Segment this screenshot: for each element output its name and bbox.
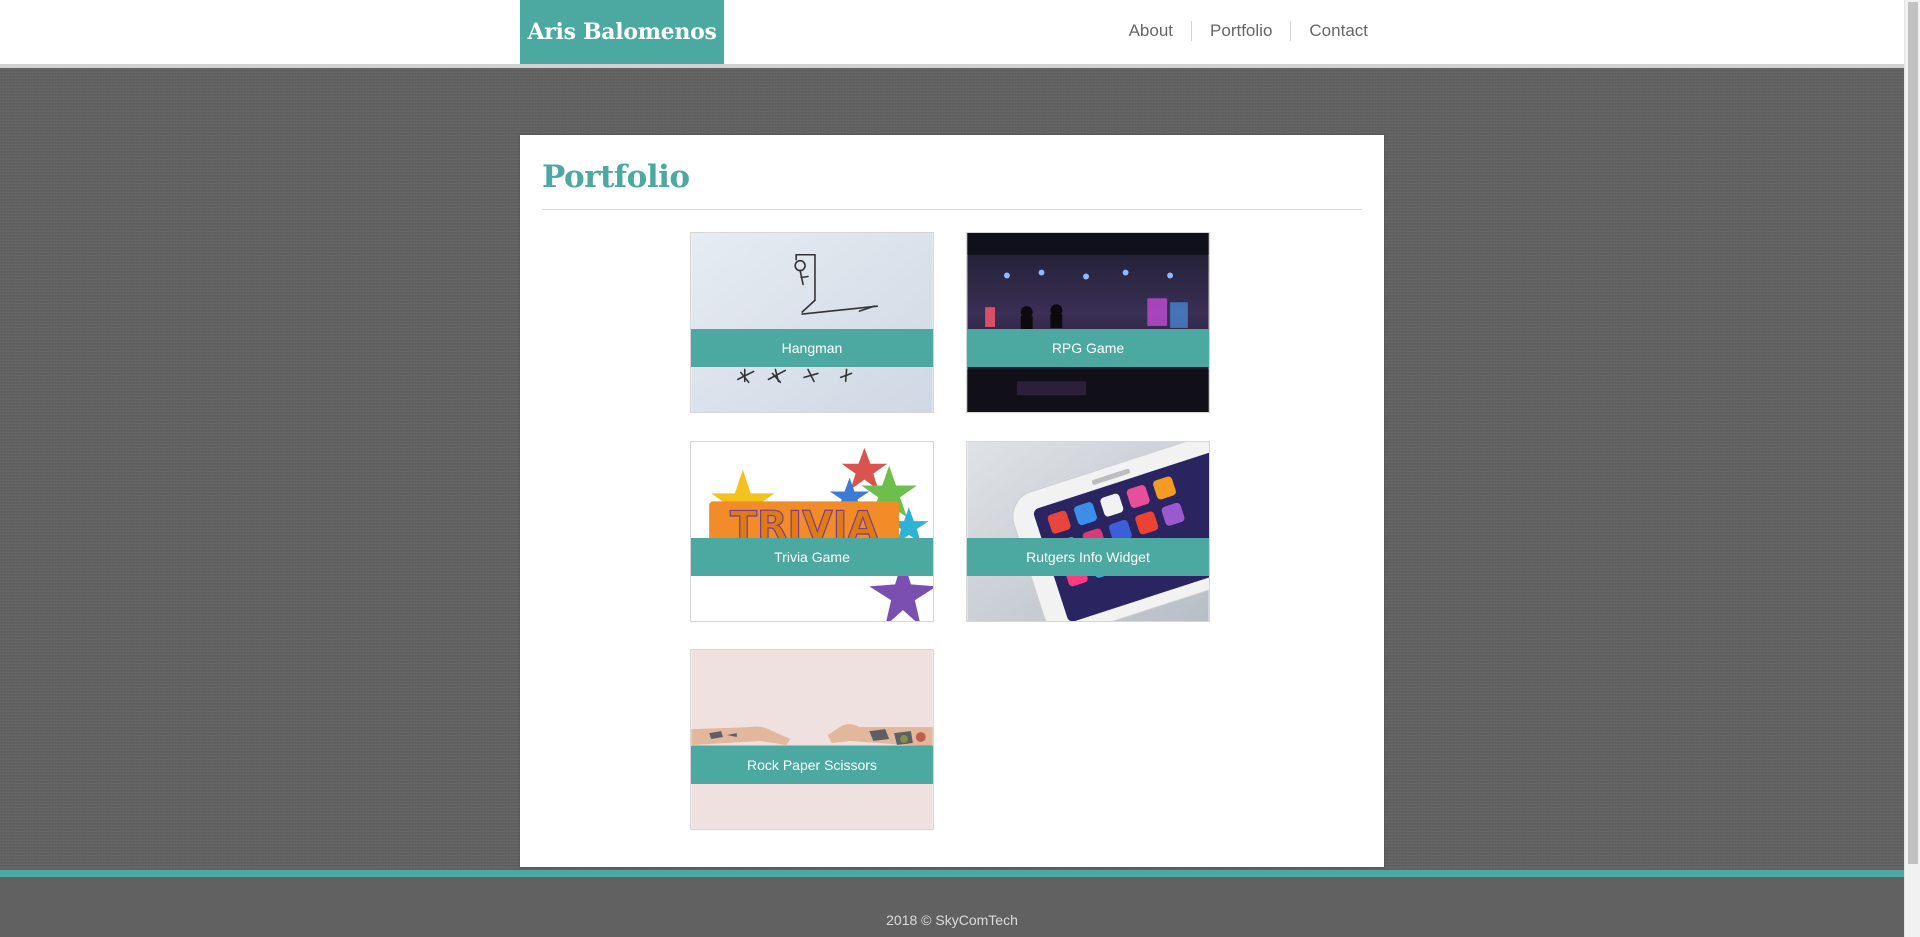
rock-paper-scissors-thumbnail	[691, 650, 933, 829]
vertical-scrollbar[interactable]	[1904, 0, 1920, 937]
scrollbar-thumb[interactable]	[1908, 2, 1918, 864]
title-divider	[542, 209, 1362, 210]
brand-logo[interactable]: Aris Balomenos	[520, 0, 724, 64]
project-caption: Rock Paper Scissors	[691, 746, 933, 784]
trivia-game-thumbnail: TRIVIA	[691, 442, 933, 621]
nav-about-link[interactable]: About	[1111, 21, 1191, 41]
project-tile-rock-paper-scissors[interactable]: Rock Paper Scissors	[690, 649, 934, 830]
hangman-thumbnail	[691, 233, 933, 412]
project-tile-hangman[interactable]: Hangman	[690, 232, 934, 413]
page-footer: 2018 © SkyComTech	[0, 877, 1904, 937]
main-nav: About Portfolio Contact	[1111, 0, 1368, 62]
rpg-game-thumbnail	[967, 233, 1209, 412]
project-tile-rutgers-info-widget[interactable]: Rutgers Info Widget	[966, 441, 1210, 622]
project-tile-rpg-game[interactable]: RPG Game	[966, 232, 1210, 413]
page-title: Portfolio	[542, 159, 690, 195]
project-caption: Rutgers Info Widget	[967, 538, 1209, 576]
footer-copyright: 2018 © SkyComTech	[886, 912, 1018, 928]
rutgers-widget-thumbnail	[967, 442, 1209, 621]
portfolio-card: Portfolio Hangman RPG Game TRIVIA Trivia…	[520, 135, 1384, 867]
project-tile-trivia-game[interactable]: TRIVIA Trivia Game	[690, 441, 934, 622]
project-caption: RPG Game	[967, 329, 1209, 367]
nav-portfolio-link[interactable]: Portfolio	[1191, 21, 1290, 41]
top-navbar: Aris Balomenos About Portfolio Contact	[0, 0, 1904, 68]
nav-contact-link[interactable]: Contact	[1290, 21, 1368, 41]
project-caption: Hangman	[691, 329, 933, 367]
footer-accent-bar	[0, 870, 1904, 877]
project-caption: Trivia Game	[691, 538, 933, 576]
